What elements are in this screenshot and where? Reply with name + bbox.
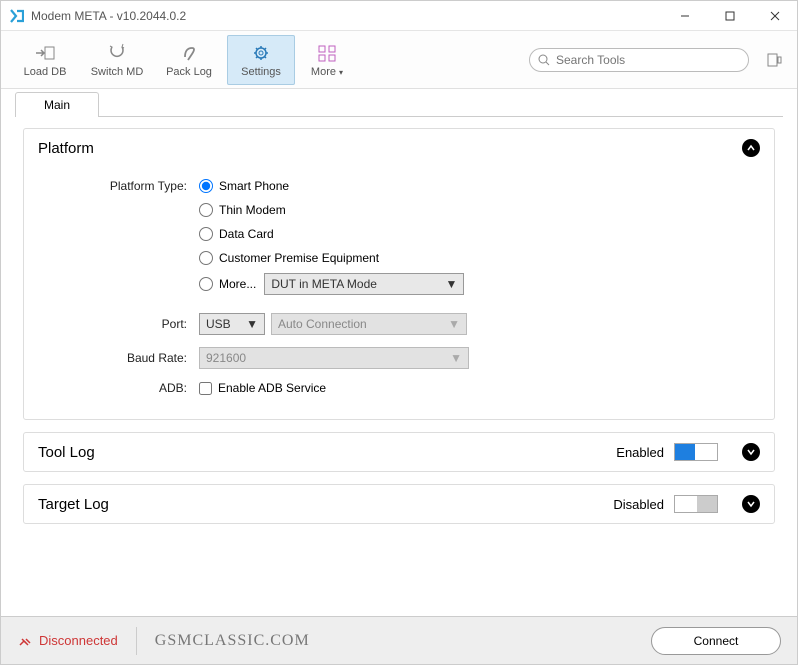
content-area: Platform Platform Type: Smart Phone Thin… (1, 118, 797, 616)
load-db-label: Load DB (24, 66, 67, 78)
tab-strip: Main (1, 89, 797, 117)
titlebar: Modem META - v10.2044.0.2 (1, 1, 797, 31)
search-input[interactable] (556, 53, 740, 67)
brand-text: GSMCLASSIC.COM (155, 632, 310, 650)
expand-icon[interactable] (742, 495, 760, 513)
settings-button[interactable]: Settings (227, 35, 295, 85)
tool-log-panel: Tool Log Enabled (23, 432, 775, 472)
switch-md-button[interactable]: Switch MD (83, 35, 151, 85)
more-label: More ▾ (311, 66, 343, 78)
tab-main[interactable]: Main (15, 92, 99, 117)
tool-log-state: Enabled (616, 445, 664, 460)
radio-thin-modem[interactable]: Thin Modem (199, 203, 286, 217)
target-log-toggle[interactable] (674, 495, 718, 513)
collapse-icon[interactable] (742, 139, 760, 157)
target-log-title: Target Log (38, 496, 109, 513)
disconnected-icon (17, 634, 33, 648)
tool-log-toggle[interactable] (674, 443, 718, 461)
radio-smart-phone[interactable]: Smart Phone (199, 179, 289, 193)
adb-label: ADB: (44, 381, 199, 395)
pack-log-label: Pack Log (166, 66, 212, 78)
app-logo-icon (9, 8, 25, 24)
window-title: Modem META - v10.2044.0.2 (31, 9, 186, 23)
connect-button[interactable]: Connect (651, 627, 781, 655)
connection-status: Disconnected (17, 633, 118, 648)
load-db-icon (34, 42, 56, 64)
platform-panel: Platform Platform Type: Smart Phone Thin… (23, 128, 775, 420)
pack-log-icon (178, 42, 200, 64)
minimize-button[interactable] (662, 1, 707, 31)
pack-log-button[interactable]: Pack Log (155, 35, 223, 85)
expand-icon[interactable] (742, 443, 760, 461)
radio-more[interactable]: More... (199, 277, 256, 291)
switch-md-label: Switch MD (91, 66, 144, 78)
platform-title: Platform (38, 140, 94, 157)
toolbar: Load DB Switch MD Pack Log Settings More… (1, 31, 797, 89)
divider (136, 627, 137, 655)
dock-right-icon[interactable] (761, 47, 787, 73)
port-auto-select: Auto Connection▼ (271, 313, 467, 335)
baud-label: Baud Rate: (44, 351, 199, 365)
more-grid-icon (317, 42, 337, 64)
baud-select: 921600▼ (199, 347, 469, 369)
port-label: Port: (44, 317, 199, 331)
target-log-panel: Target Log Disabled (23, 484, 775, 524)
tool-log-title: Tool Log (38, 444, 95, 461)
load-db-button[interactable]: Load DB (11, 35, 79, 85)
port-select[interactable]: USB▼ (199, 313, 265, 335)
switch-md-icon (106, 42, 128, 64)
gear-icon (250, 42, 272, 64)
search-icon (538, 54, 550, 66)
platform-type-label: Platform Type: (44, 179, 199, 193)
more-mode-select[interactable]: DUT in META Mode▼ (264, 273, 464, 295)
status-bar: Disconnected GSMCLASSIC.COM Connect (1, 616, 797, 664)
target-log-state: Disabled (613, 497, 664, 512)
radio-data-card[interactable]: Data Card (199, 227, 274, 241)
more-button[interactable]: More ▾ (299, 35, 355, 85)
search-input-wrap[interactable] (529, 48, 749, 72)
radio-cpe[interactable]: Customer Premise Equipment (199, 251, 379, 265)
settings-label: Settings (241, 66, 281, 78)
adb-checkbox[interactable]: Enable ADB Service (199, 381, 326, 395)
close-button[interactable] (752, 1, 797, 31)
maximize-button[interactable] (707, 1, 752, 31)
